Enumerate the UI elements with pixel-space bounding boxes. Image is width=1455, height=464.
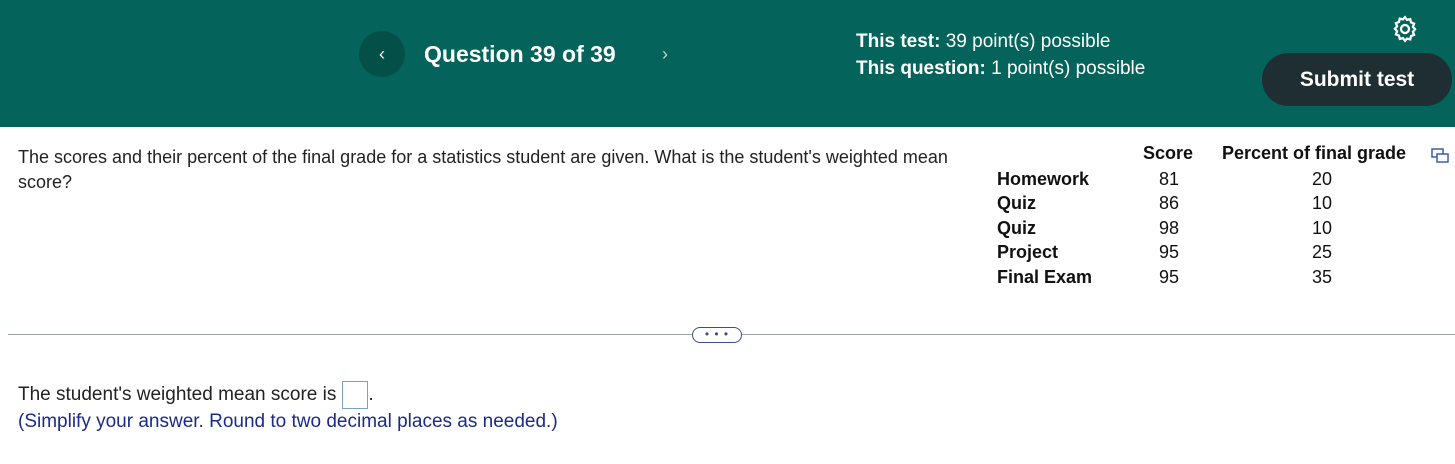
answer-hint: (Simplify your answer. Round to two deci… xyxy=(18,411,558,432)
row-percent: 10 xyxy=(1311,218,1333,238)
row-percent: 25 xyxy=(1311,242,1333,262)
table-row: Homework 81 20 xyxy=(997,169,1417,193)
question-points: This question: 1 point(s) possible xyxy=(856,58,1145,80)
next-question-button[interactable]: › xyxy=(642,31,688,77)
row-score: 95 xyxy=(1158,242,1180,262)
row-label: Quiz xyxy=(997,193,1036,213)
score-header: Score xyxy=(1143,143,1194,163)
test-points: This test: 39 point(s) possible xyxy=(856,31,1111,53)
row-label: Quiz xyxy=(997,218,1036,238)
row-score: 81 xyxy=(1158,169,1180,189)
submit-test-button[interactable]: Submit test xyxy=(1262,53,1452,106)
row-label: Homework xyxy=(997,169,1090,189)
answer-line: The student's weighted mean score is . xyxy=(18,381,374,409)
gear-icon[interactable] xyxy=(1390,14,1420,44)
row-label: Final Exam xyxy=(997,267,1093,287)
top-bar: ‹ Question 39 of 39 › This test: 39 poin… xyxy=(0,0,1455,127)
answer-input[interactable] xyxy=(342,381,369,409)
copy-table-icon[interactable] xyxy=(1431,148,1449,164)
answer-prefix: The student's weighted mean score is xyxy=(18,384,337,405)
question-counter: Question 39 of 39 xyxy=(424,41,616,67)
row-percent: 10 xyxy=(1311,193,1333,213)
answer-suffix: . xyxy=(368,384,374,405)
test-points-label: This test: xyxy=(856,31,941,52)
table-row: Quiz 98 10 xyxy=(997,218,1417,242)
previous-question-button[interactable]: ‹ xyxy=(359,31,405,77)
row-percent: 35 xyxy=(1311,267,1333,287)
percent-header: Percent of final grade xyxy=(1222,143,1407,163)
table-row: Quiz 86 10 xyxy=(997,193,1417,217)
row-percent: 20 xyxy=(1311,169,1333,189)
chevron-left-icon: ‹ xyxy=(379,43,385,64)
row-label: Project xyxy=(997,242,1059,262)
row-score: 86 xyxy=(1158,193,1180,213)
table-row: Project 95 25 xyxy=(997,242,1417,266)
row-score: 95 xyxy=(1158,267,1180,287)
table-row: Final Exam 95 35 xyxy=(997,267,1417,291)
expand-more-button[interactable]: • • • xyxy=(692,327,742,343)
question-points-label: This question: xyxy=(856,58,986,79)
test-points-value: 39 point(s) possible xyxy=(945,31,1111,52)
question-text: The scores and their percent of the fina… xyxy=(18,147,948,192)
chevron-right-icon: › xyxy=(662,43,668,64)
question-points-value: 1 point(s) possible xyxy=(991,58,1146,79)
row-score: 98 xyxy=(1158,218,1180,238)
